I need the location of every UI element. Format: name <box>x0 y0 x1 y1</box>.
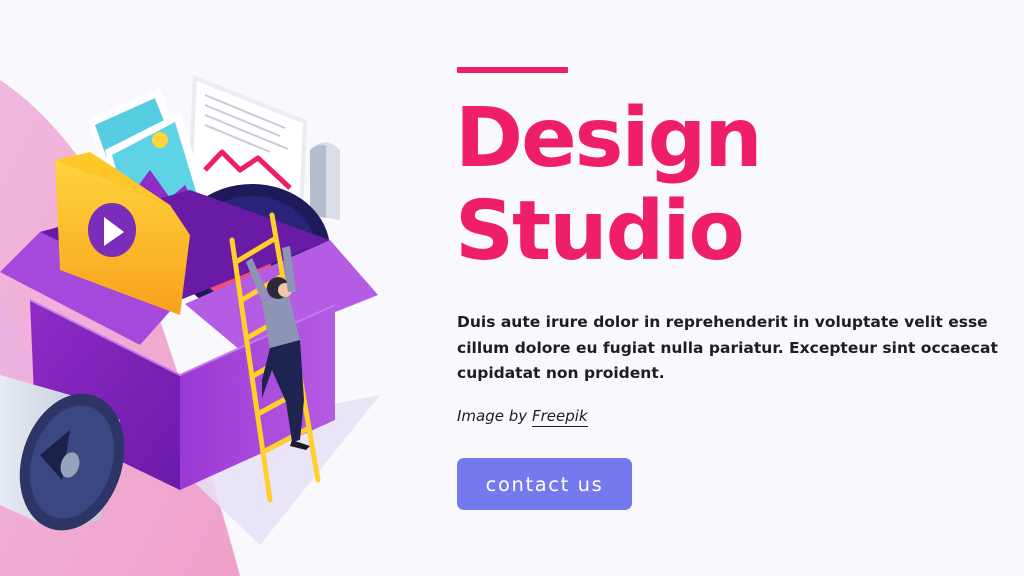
page-title: Design Studio <box>455 91 763 279</box>
title-line-design: Design <box>455 91 763 186</box>
title-line-studio: Studio <box>455 184 745 279</box>
credit-prefix: Image by <box>457 407 528 425</box>
freepik-link[interactable]: Freepik <box>531 407 588 427</box>
image-credit: Image by Freepik <box>457 407 588 427</box>
hero-illustration <box>0 75 380 576</box>
hero-description: Duis aute irure dolor in reprehenderit i… <box>457 313 998 382</box>
contact-us-button[interactable]: contact us <box>457 458 632 510</box>
accent-divider <box>457 67 568 73</box>
